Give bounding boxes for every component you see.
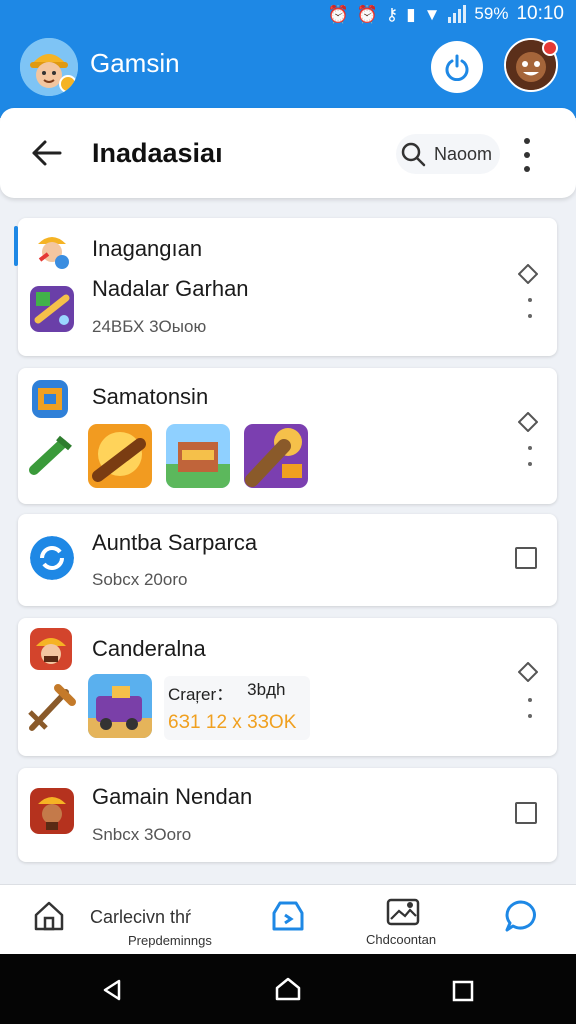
list-item[interactable]: Samatonsin — [18, 368, 557, 504]
sync-icon — [30, 536, 74, 580]
item-meta: Sobcx 20oro — [92, 570, 188, 589]
system-navigation-bar — [0, 954, 576, 1024]
nav-home[interactable] — [20, 885, 80, 955]
user-avatar-icon[interactable] — [504, 38, 558, 92]
top-app-bar: ⏰ ⏰ ⚷ ▮ ▼ 59% 10:10 Gamsin — [0, 0, 576, 118]
item-title: Auntba Sarparca — [92, 530, 258, 555]
diamond-icon[interactable] — [518, 662, 538, 682]
selection-accent — [14, 226, 18, 266]
search-button[interactable]: Naoom — [396, 134, 500, 174]
diamond-icon[interactable] — [518, 412, 538, 432]
hammer-icon — [26, 682, 76, 734]
back-triangle-icon[interactable] — [100, 978, 124, 1002]
app-bar: Gamsin — [0, 34, 576, 96]
item-title: Canderalna — [92, 636, 206, 661]
nav-gallery[interactable]: Chdcoontan — [360, 885, 450, 955]
battery-saver-icon: ▮ — [406, 4, 416, 24]
more-vert-icon[interactable] — [527, 446, 533, 466]
battery-text: 59% — [474, 4, 509, 23]
price-value: 3bдh — [247, 680, 286, 699]
price-detail: 6З1 12 x 3ЗОK — [168, 712, 297, 733]
back-button[interactable] — [30, 138, 64, 168]
app-title: Gamsin — [90, 48, 180, 78]
page-title: Inadaasiaı — [92, 138, 223, 168]
recents-square-icon[interactable] — [452, 980, 474, 1002]
warrior-icon — [30, 788, 74, 834]
price-label: Craŗer： — [168, 685, 234, 704]
cannon-icon — [28, 430, 74, 480]
game-thumbnail[interactable] — [88, 424, 152, 488]
header-card: Inadaasiaı Naoom — [0, 108, 576, 198]
status-bar: ⏰ ⏰ ⚷ ▮ ▼ 59% 10:10 — [0, 0, 576, 28]
nav-store[interactable] — [262, 885, 316, 955]
more-vert-icon[interactable] — [527, 298, 533, 318]
nav-label: Chdcoontan — [366, 932, 437, 947]
more-vert-icon[interactable] — [527, 698, 533, 718]
search-icon — [401, 142, 426, 167]
signal-icon — [448, 5, 467, 23]
bottom-navigation: Carlecivn thŕ Prepdeminngs Chdcoontan — [0, 884, 576, 954]
list-item[interactable]: Gamain Nendan Snbcx 3Ooro — [18, 768, 557, 862]
nav-sublabel: Prepdeminngs — [128, 933, 212, 948]
back-arrow-icon — [32, 140, 62, 166]
alarm-icon: ⏰ — [356, 4, 378, 24]
power-button[interactable] — [431, 41, 483, 93]
notification-badge — [542, 40, 558, 56]
item-title: Inagangıan — [92, 236, 203, 261]
chat-bubble-icon — [505, 900, 536, 932]
more-vert-icon[interactable] — [516, 138, 538, 172]
character-icon — [30, 628, 72, 670]
store-icon — [272, 901, 304, 931]
item-checkbox[interactable] — [515, 547, 537, 569]
price-box: Craŗer： 3bдh 6З1 12 x 3ЗОK — [164, 676, 310, 740]
game-icon — [30, 286, 74, 332]
game-thumbnail[interactable] — [166, 424, 230, 488]
game-thumbnail[interactable] — [244, 424, 308, 488]
character-icon — [30, 226, 74, 270]
home-icon — [34, 901, 64, 931]
item-subtitle: Nadalar Garhan — [92, 276, 249, 301]
app-avatar-icon[interactable] — [20, 38, 78, 96]
wifi-icon: ▼ — [423, 4, 441, 24]
clock: 10:10 — [516, 3, 564, 24]
search-label: Naoom — [434, 143, 493, 164]
list-item[interactable]: Canderalna Craŗer： 3bдh 6З1 12 x 3ЗОK — [18, 618, 557, 756]
item-meta: 24ВБХ 3Оыою — [92, 317, 207, 336]
nav-chat[interactable] — [496, 885, 550, 955]
nav-label: Carlecivn thŕ — [90, 907, 192, 927]
diamond-icon[interactable] — [518, 264, 538, 284]
item-meta: Snbcx 3Ooro — [92, 825, 192, 844]
trophy-icon — [32, 380, 68, 418]
list-item[interactable]: Auntba Sarparca Sobcx 20oro — [18, 514, 557, 606]
nav-scroll[interactable]: Carlecivn thŕ Prepdeminngs — [86, 885, 236, 955]
game-thumbnail[interactable] — [88, 674, 152, 738]
item-title: Gamain Nendan — [92, 784, 253, 809]
home-house-icon[interactable] — [274, 976, 302, 1002]
item-title: Samatonsin — [92, 384, 209, 409]
alarm-icon: ⏰ — [327, 4, 349, 24]
list-item[interactable]: Inagangıan Nadalar Garhan 24ВБХ 3Оыою — [14, 218, 557, 356]
vpn-key-icon: ⚷ — [385, 4, 399, 24]
item-checkbox[interactable] — [515, 802, 537, 824]
power-icon — [445, 54, 469, 81]
gallery-icon — [386, 898, 420, 926]
